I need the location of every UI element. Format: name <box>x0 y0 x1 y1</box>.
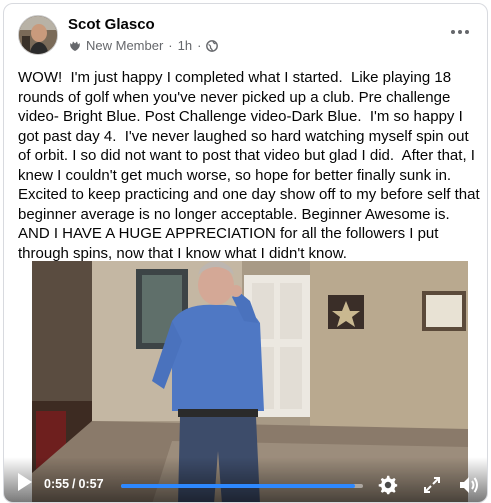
play-button[interactable] <box>16 472 34 492</box>
fullscreen-button[interactable] <box>422 475 442 495</box>
settings-gear-icon <box>378 475 398 495</box>
current-time: 0:55 <box>44 477 70 491</box>
post-text: WOW! I'm just happy I completed what I s… <box>18 69 484 262</box>
fullscreen-icon <box>424 477 440 493</box>
volume-icon <box>460 477 478 493</box>
more-options-icon <box>451 30 469 34</box>
meta-separator: · <box>168 38 173 53</box>
more-options-button[interactable] <box>446 22 474 42</box>
post-meta: New Member · 1h · <box>68 38 219 53</box>
progress-fill <box>121 484 355 488</box>
volume-button[interactable] <box>458 475 478 495</box>
video-controls: 0:55/0:57 <box>4 457 487 502</box>
post-time[interactable]: 1h <box>178 38 192 53</box>
avatar-photo <box>19 16 57 54</box>
play-icon <box>18 473 32 491</box>
globe-icon <box>206 39 219 52</box>
duration: 0:57 <box>78 477 104 491</box>
settings-button[interactable] <box>378 475 398 495</box>
author-name[interactable]: Scot Glasco <box>68 16 155 33</box>
new-member-icon <box>68 39 82 53</box>
member-badge-label: New Member <box>86 38 164 53</box>
time-separator: / <box>72 477 76 491</box>
post-header: Scot Glasco New Member · 1h · <box>16 14 478 60</box>
meta-separator-2: · <box>197 38 202 53</box>
video-time: 0:55/0:57 <box>44 477 104 491</box>
post-card: Scot Glasco New Member · 1h · WOW! I'm j… <box>3 3 488 503</box>
progress-bar[interactable] <box>121 484 363 488</box>
avatar[interactable] <box>18 15 58 55</box>
